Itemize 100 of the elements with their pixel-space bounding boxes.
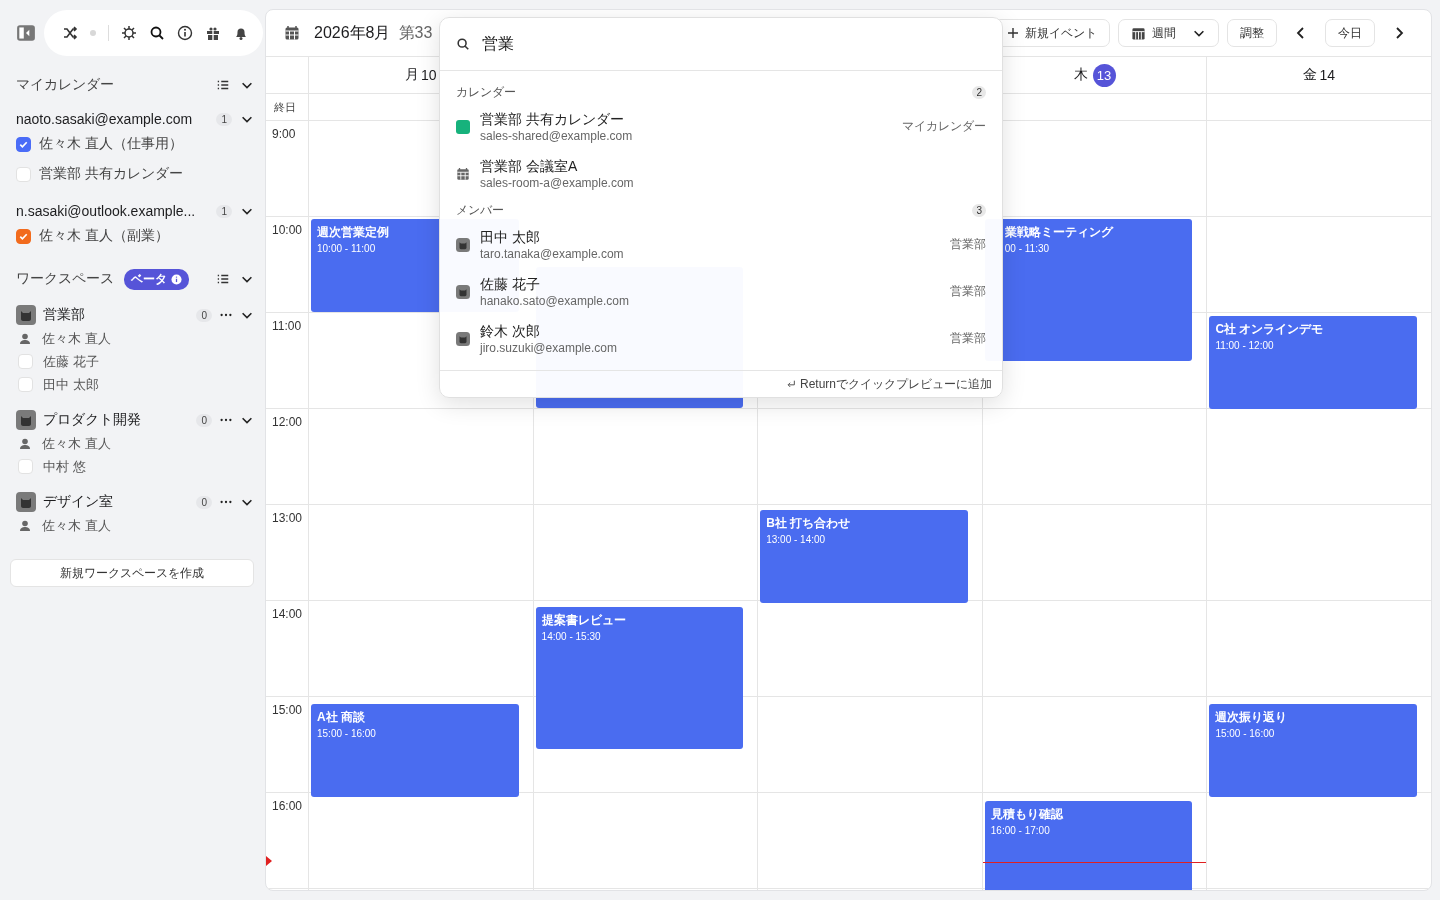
plus-icon <box>1007 27 1019 39</box>
hour-label: 9:00 <box>272 127 296 141</box>
calendar-checkbox[interactable] <box>16 228 31 244</box>
event-time: 13:00 - 14:00 <box>766 534 826 545</box>
count-badge: 0 <box>196 413 212 427</box>
hour-label: 16:00 <box>272 799 303 813</box>
member-name[interactable]: 佐々木 直人 <box>42 329 111 348</box>
search-icon <box>456 37 470 51</box>
event-block[interactable]: A社 商談 15:00 - 16:00 <box>311 704 519 797</box>
search-result-item[interactable]: 営業部 共有カレンダー sales-shared@example.com マイカレンダー <box>456 103 986 150</box>
event-title: C社 オンラインデモ <box>1215 321 1324 338</box>
event-block[interactable]: 提案書レビュー 14:00 - 15:30 <box>535 607 744 749</box>
event-time: 15:00 - 16:00 <box>317 728 376 739</box>
count-badge: 0 <box>196 495 212 509</box>
event-block[interactable]: B社 打ち合わせ 13:00 - 14:00 <box>760 510 968 603</box>
today-button[interactable]: 今日 <box>1325 19 1375 47</box>
section-title: ワークスペース <box>16 270 114 288</box>
info-icon[interactable] <box>177 25 193 41</box>
hour-label: 12:00 <box>272 415 303 429</box>
member-name[interactable]: 佐藤 花子 <box>43 352 99 371</box>
result-section-title: カレンダー <box>456 83 516 101</box>
search-icon[interactable] <box>149 25 165 41</box>
day-header[interactable]: 木 13 <box>1073 63 1116 87</box>
search-field[interactable]: 営業 <box>480 34 986 54</box>
settings-icon[interactable] <box>121 25 137 41</box>
result-email: jiro.suzuki@example.com <box>480 340 617 355</box>
avatar-icon <box>16 305 36 325</box>
sidebar-toggle-icon[interactable] <box>16 24 36 42</box>
avatar-icon <box>456 237 470 252</box>
person-icon <box>18 518 32 533</box>
person-icon <box>18 436 32 451</box>
event-title: 見積もり確認 <box>990 806 1063 823</box>
event-title: 業戦略ミーティング <box>1004 224 1113 241</box>
event-time: 11:00 - 12:00 <box>1215 340 1274 351</box>
member-name[interactable]: 田中 太郎 <box>43 375 99 394</box>
result-group: マイカレンダー <box>902 118 986 135</box>
result-email: sales-shared@example.com <box>480 128 633 143</box>
workspace-name[interactable]: プロダクト開発 <box>43 411 190 429</box>
gift-icon[interactable] <box>205 25 221 41</box>
hour-label: 15:00 <box>272 703 303 717</box>
calendar-name[interactable]: 営業部 共有カレンダー <box>39 165 183 183</box>
count-badge: 2 <box>972 85 986 99</box>
search-result-item[interactable]: 鈴木 次郎 jiro.suzuki@example.com 営業部 <box>456 315 986 362</box>
event-time: 16:00 - 17:00 <box>990 825 1050 836</box>
person-icon <box>18 331 32 346</box>
event-block[interactable]: 見積もり確認 16:00 - 17:00 <box>984 801 1193 890</box>
day-header[interactable]: 金 14 <box>1303 66 1335 84</box>
list-icon[interactable] <box>216 272 230 286</box>
week-number: 第33 <box>398 22 433 43</box>
workspace-name[interactable]: 営業部 <box>43 306 190 324</box>
calendar-name[interactable]: 佐々木 直人（仕事用） <box>39 135 183 153</box>
member-name[interactable]: 佐々木 直人 <box>42 516 111 535</box>
current-time-marker-icon <box>266 856 272 866</box>
calendar-checkbox[interactable] <box>16 136 31 152</box>
result-email: sales-room-a@example.com <box>480 175 634 190</box>
result-name: 営業部 会議室A <box>480 157 579 176</box>
shuffle-icon[interactable] <box>62 25 78 41</box>
event-title: 週次振り返り <box>1215 709 1288 726</box>
event-title: A社 商談 <box>317 709 365 726</box>
member-checkbox[interactable] <box>18 377 33 392</box>
calendar-name[interactable]: 佐々木 直人（副業） <box>39 227 169 245</box>
hour-label: 11:00 <box>272 319 302 333</box>
result-group: 営業部 <box>950 330 986 347</box>
hour-label: 14:00 <box>272 607 303 621</box>
hour-label: 13:00 <box>272 511 303 525</box>
info-icon <box>171 273 182 285</box>
event-time: 15:00 - 16:00 <box>1215 728 1275 739</box>
result-name: 鈴木 次郎 <box>480 322 541 341</box>
event-block[interactable]: C社 オンラインデモ 11:00 - 12:00 <box>1209 316 1417 409</box>
month-title: 2026年8月 <box>314 22 391 43</box>
result-group: 営業部 <box>950 283 986 300</box>
create-workspace-button[interactable]: 新規ワークスペースを作成 <box>10 559 254 587</box>
member-name[interactable]: 中村 悠 <box>43 457 86 476</box>
return-key-icon <box>785 379 796 389</box>
event-time: 10:00 - 11:00 <box>317 243 376 254</box>
event-title: B社 打ち合わせ <box>766 515 851 532</box>
event-title: 週次営業定例 <box>317 224 389 241</box>
event-time: 00 - 11:30 <box>1004 243 1050 254</box>
list-icon[interactable] <box>216 78 230 92</box>
search-result-item[interactable]: 営業部 会議室A sales-room-a@example.com <box>456 150 986 197</box>
day-header[interactable]: 月 10 <box>405 66 437 84</box>
account-email[interactable]: n.sasaki@outlook.example... <box>16 203 209 219</box>
member-name[interactable]: 佐々木 直人 <box>42 434 111 453</box>
workspace-name[interactable]: デザイン室 <box>43 493 190 511</box>
hour-label: 10:00 <box>272 223 303 237</box>
member-checkbox[interactable] <box>18 354 33 369</box>
adjust-button[interactable]: 調整 <box>1227 19 1277 47</box>
all-day-label: 終日 <box>274 99 296 115</box>
calendar-icon <box>284 25 300 41</box>
section-title: マイカレンダー <box>16 76 115 94</box>
account-email[interactable]: naoto.sasaki@example.com <box>16 111 209 127</box>
view-dropdown[interactable]: 週間 <box>1118 19 1219 47</box>
status-dot <box>90 30 96 36</box>
count-badge: 3 <box>972 203 986 217</box>
member-checkbox[interactable] <box>18 459 33 474</box>
calendar-icon <box>456 166 470 181</box>
avatar-icon <box>16 492 36 512</box>
event-block[interactable]: 週次振り返り 15:00 - 16:00 <box>1209 704 1417 797</box>
beta-badge: ベータ <box>124 268 189 290</box>
result-group: 営業部 <box>950 236 986 253</box>
